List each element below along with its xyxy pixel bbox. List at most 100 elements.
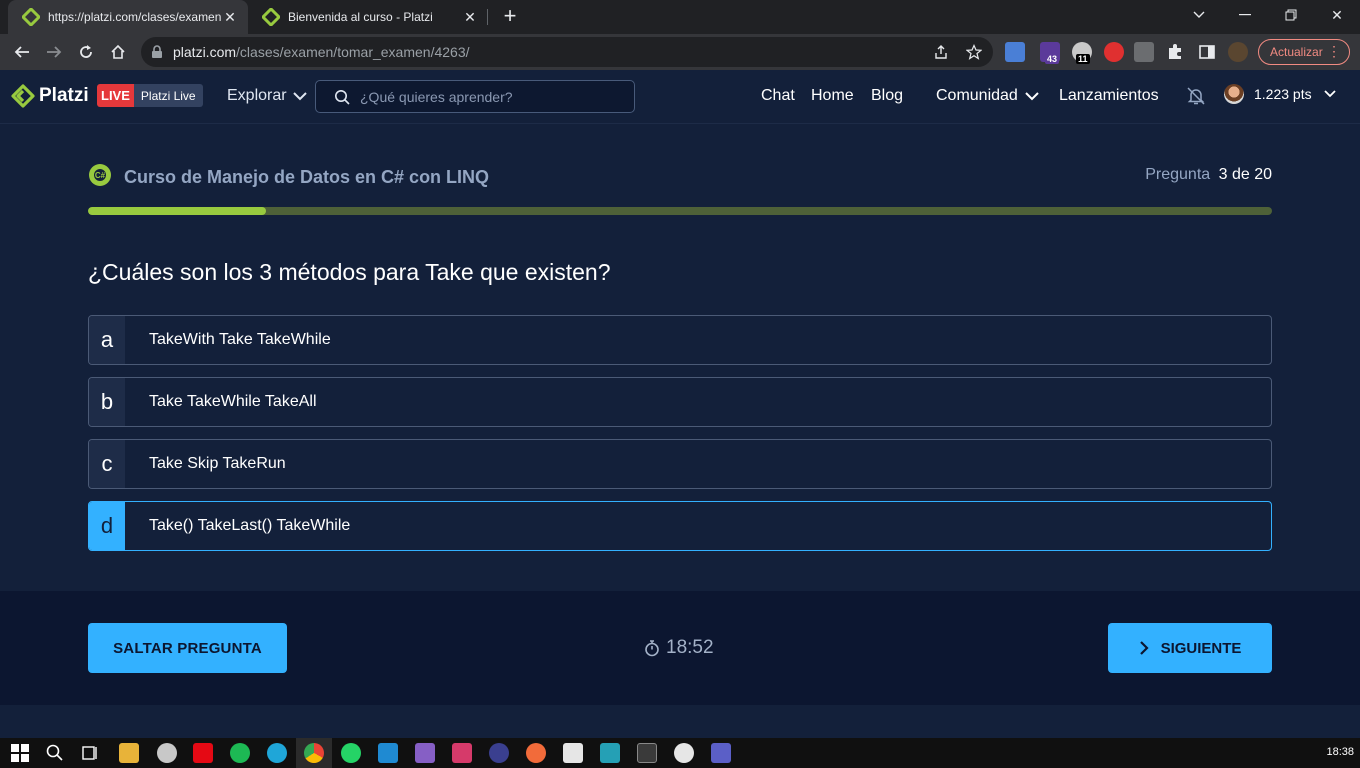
- notifications-off-icon[interactable]: [1186, 86, 1206, 106]
- option-text: Take TakeWhile TakeAll: [149, 393, 317, 410]
- nav-home[interactable]: Home: [811, 87, 854, 105]
- extensions-puzzle-icon[interactable]: [1165, 42, 1185, 62]
- windows-start-icon[interactable]: [10, 743, 30, 763]
- home-icon[interactable]: [104, 38, 132, 66]
- exam-panel: C# Curso de Manejo de Datos en C# con LI…: [0, 124, 1360, 591]
- side-panel-icon[interactable]: [1197, 42, 1217, 62]
- new-tab-icon[interactable]: +: [498, 5, 522, 29]
- option-text: Take() TakeLast() TakeWhile: [149, 517, 351, 534]
- chevron-right-icon: [1139, 641, 1149, 655]
- profile-avatar[interactable]: [1228, 42, 1248, 62]
- platzi-logo[interactable]: Platzi: [11, 83, 89, 109]
- timer-value: 18:52: [666, 637, 714, 658]
- exam-footer: SALTAR PREGUNTA 18:52 SIGUIENTE: [0, 591, 1360, 705]
- option-text: TakeWith Take TakeWhile: [149, 331, 331, 348]
- tab-search-chevron-icon[interactable]: [1176, 0, 1222, 30]
- search-icon[interactable]: [45, 743, 65, 763]
- extension-badge: 11: [1076, 54, 1090, 64]
- nav-lanzamientos[interactable]: Lanzamientos: [1059, 87, 1159, 105]
- forward-icon[interactable]: [40, 38, 68, 66]
- minimize-icon[interactable]: [1222, 0, 1268, 30]
- question-text: ¿Cuáles son los 3 métodos para Take que …: [88, 259, 611, 285]
- user-points-menu[interactable]: 1.223 pts: [1224, 84, 1336, 104]
- app-icon[interactable]: [157, 743, 177, 763]
- platzi-live-link[interactable]: LIVE Platzi Live: [97, 84, 203, 107]
- nav-chat[interactable]: Chat: [761, 87, 795, 105]
- points-label: 1.223 pts: [1254, 86, 1312, 102]
- netflix-icon[interactable]: [193, 743, 213, 763]
- answer-option-a[interactable]: a TakeWith Take TakeWhile: [88, 315, 1272, 365]
- address-bar[interactable]: platzi.com/clases/examen/tomar_examen/42…: [141, 37, 993, 67]
- platzi-favicon-icon: [22, 8, 40, 26]
- tab-title: Bienvenida al curso - Platzi: [288, 10, 433, 24]
- app-icon[interactable]: [489, 743, 509, 763]
- update-label: Actualizar: [1270, 45, 1323, 59]
- terminal-icon[interactable]: [637, 743, 657, 763]
- close-tab-icon[interactable]: ✕: [222, 9, 238, 25]
- avatar: [1224, 84, 1244, 104]
- teams-icon[interactable]: [711, 743, 731, 763]
- stopwatch-icon: [645, 640, 659, 657]
- close-tab-icon[interactable]: ✕: [462, 9, 478, 25]
- url-path: /clases/examen/tomar_examen/4263/: [236, 44, 470, 60]
- share-icon[interactable]: [933, 44, 949, 60]
- task-view-icon[interactable]: [80, 743, 100, 763]
- question-counter: Pregunta 3 de 20: [1145, 166, 1272, 184]
- answer-option-c[interactable]: c Take Skip TakeRun: [88, 439, 1272, 489]
- spotify-icon[interactable]: [230, 743, 250, 763]
- answer-option-d[interactable]: d Take() TakeLast() TakeWhile: [88, 501, 1272, 551]
- bookmark-star-icon[interactable]: [966, 44, 982, 60]
- edge-icon[interactable]: [267, 743, 287, 763]
- course-title: Curso de Manejo de Datos en C# con LINQ: [124, 167, 490, 187]
- app-icon[interactable]: [563, 743, 583, 763]
- restore-icon[interactable]: [1268, 0, 1314, 30]
- whatsapp-icon[interactable]: [341, 743, 361, 763]
- browser-toolbar: platzi.com/clases/examen/tomar_examen/42…: [0, 34, 1360, 70]
- answer-option-b[interactable]: b Take TakeWhile TakeAll: [88, 377, 1272, 427]
- nav-comunidad-label: Comunidad: [936, 87, 1018, 104]
- next-question-button[interactable]: SIGUIENTE: [1108, 623, 1272, 673]
- visual-studio-icon[interactable]: [415, 743, 435, 763]
- app-icon[interactable]: [674, 743, 694, 763]
- translate-extension-icon[interactable]: [1005, 42, 1025, 62]
- app-icon[interactable]: [600, 743, 620, 763]
- reload-icon[interactable]: [72, 38, 100, 66]
- skip-question-button[interactable]: SALTAR PREGUNTA: [88, 623, 287, 673]
- exam-timer: 18:52: [644, 637, 714, 659]
- jetbrains-icon[interactable]: [452, 743, 472, 763]
- site-header: Platzi LIVE Platzi Live Explorar Chat Ho…: [0, 70, 1360, 124]
- next-label: SIGUIENTE: [1160, 639, 1242, 657]
- browser-tab-welcome[interactable]: Bienvenida al curso - Platzi ✕: [248, 0, 488, 34]
- search-input[interactable]: [360, 88, 610, 105]
- lock-icon[interactable]: [151, 45, 163, 59]
- nav-comunidad[interactable]: Comunidad: [936, 87, 1039, 105]
- url-text: platzi.com/clases/examen/tomar_examen/42…: [173, 44, 470, 60]
- nav-blog[interactable]: Blog: [871, 87, 903, 105]
- tab-divider: [487, 9, 488, 25]
- explore-label: Explorar: [227, 87, 287, 104]
- tab-title: https://platzi.com/clases/examen: [48, 10, 222, 24]
- extension-record-icon[interactable]: [1104, 42, 1124, 62]
- exam-progress-fill: [88, 207, 266, 215]
- more-menu-icon[interactable]: ⋮: [1327, 44, 1341, 58]
- chrome-icon[interactable]: [304, 743, 324, 763]
- chevron-down-icon: [1323, 90, 1336, 98]
- vscode-icon[interactable]: [378, 743, 398, 763]
- svg-text:C#: C#: [95, 171, 106, 180]
- browser-tab-exam[interactable]: https://platzi.com/clases/examen ✕: [8, 0, 248, 34]
- platzi-favicon-icon: [262, 8, 280, 26]
- option-letter: c: [89, 440, 125, 488]
- taskbar-clock: 18:38: [1326, 746, 1354, 758]
- update-button[interactable]: Actualizar ⋮: [1258, 39, 1350, 65]
- page-bottom: [0, 705, 1360, 738]
- option-letter: d: [89, 502, 125, 550]
- back-icon[interactable]: [8, 38, 36, 66]
- close-window-icon[interactable]: ✕: [1314, 0, 1360, 30]
- live-badge-label: Platzi Live: [133, 84, 203, 107]
- search-box[interactable]: [315, 80, 635, 113]
- extension-edit-icon[interactable]: [1134, 42, 1154, 62]
- app-icon[interactable]: [526, 743, 546, 763]
- explore-menu[interactable]: Explorar: [227, 87, 307, 105]
- file-explorer-icon[interactable]: [119, 743, 139, 763]
- question-counter-value: 3 de 20: [1218, 166, 1272, 183]
